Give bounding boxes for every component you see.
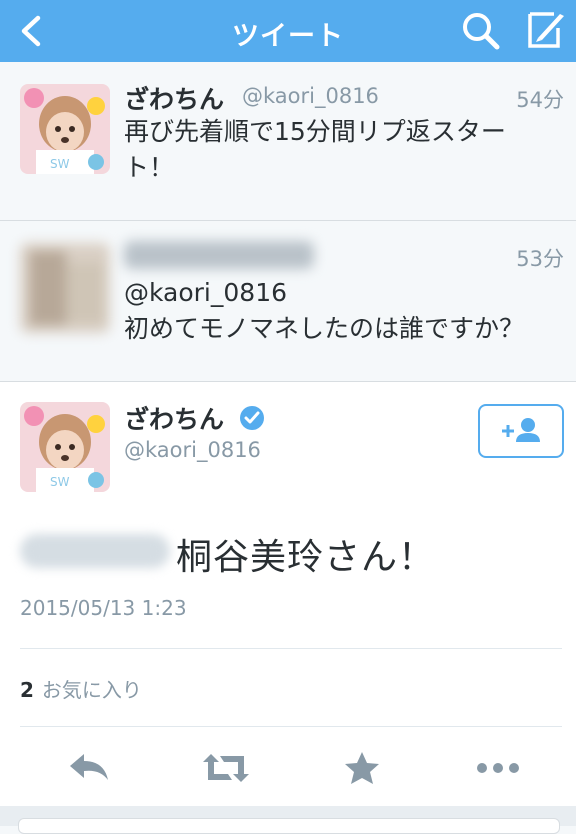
tweet-text: 再び先着順で15分間リプ返スター ト！ [124,114,556,186]
divider [20,726,562,727]
blurred-mention [20,534,170,568]
tweet-text: 桐谷美玲さん！ [176,537,436,578]
tweet-text-line: 再び先着順で15分間リプ返スター [124,117,506,146]
follow-button[interactable] [478,404,564,458]
timestamp: 2015/05/13 1:23 [20,596,187,620]
tweet-time: 53分 [516,247,564,271]
user-handle: @kaori_0816 [242,84,379,108]
blurred-user-name [124,241,314,269]
tweet-text-line: 初めてモノマネしたのは誰ですか？ [124,314,525,343]
user-name: ざわちん [124,85,225,114]
user-handle: @kaori_0816 [124,438,261,462]
reply-input[interactable] [18,818,560,834]
divider [20,648,562,649]
tweet-item[interactable]: SW ざわちん @kaori_0816 54分 再び先着順で15分間リプ返スター… [0,62,576,221]
tweet-text: @kaori_0816 初めてモノマネしたのは誰ですか？ [124,275,556,347]
verified-badge-icon [238,404,266,432]
reply-icon[interactable] [66,750,114,786]
favorites-label: お気に入り [41,678,142,702]
more-icon[interactable] [474,750,522,786]
avatar[interactable]: SW [20,402,110,492]
favorites-count: 2 [20,678,34,702]
user-name: ざわちん [124,405,225,434]
search-icon[interactable] [458,8,504,54]
navigation-bar: ツイート [0,0,576,62]
compose-icon[interactable] [520,6,568,54]
favorites-stat[interactable]: 2 お気に入り [20,674,142,703]
avatar[interactable]: SW [20,84,110,174]
follow-user-icon [502,418,540,442]
tweet-item[interactable]: 53分 @kaori_0816 初めてモノマネしたのは誰ですか？ [0,221,576,382]
reply-bar [0,806,576,834]
retweet-icon[interactable] [200,750,249,786]
favorite-star-icon[interactable] [342,750,390,786]
tweet-text-line: ト！ [124,153,175,182]
tweet-text-line: @kaori_0816 [124,278,288,307]
tweet-time: 54分 [516,88,564,112]
svg-text:SW: SW [50,157,70,171]
svg-text:SW: SW [50,475,70,489]
tweet-detail: SW ざわちん @kaori_0816 桐谷美玲さん！ 2015/05/13 1… [0,382,576,806]
avatar[interactable] [20,243,110,333]
